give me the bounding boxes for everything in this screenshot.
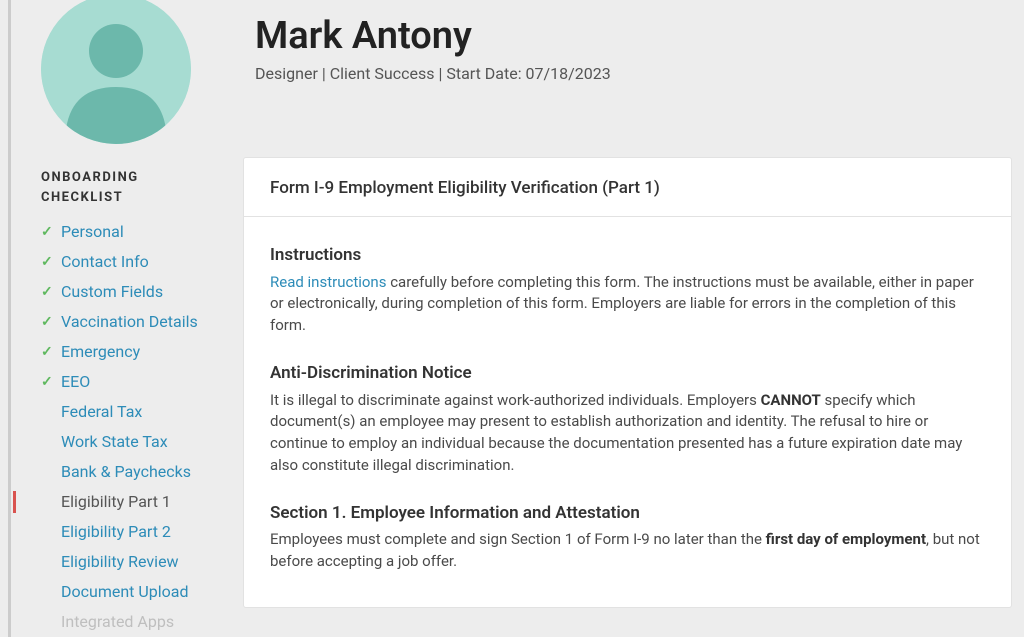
sidebar-item-label: Contact Info (61, 250, 149, 274)
sidebar-item-federal-tax[interactable]: Federal Tax (41, 397, 231, 427)
sidebar-title-line2: CHECKLIST (41, 190, 123, 205)
card-body: Instructions Read instructions carefully… (244, 217, 1011, 607)
section1-paragraph: Employees must complete and sign Section… (270, 529, 985, 573)
sidebar-item-label: Eligibility Part 2 (61, 520, 171, 544)
sidebar-item-label: Eligibility Part 1 (61, 490, 171, 514)
sidebar-item-eligibility-review[interactable]: Eligibility Review (41, 547, 231, 577)
check-icon: ✓ (41, 342, 61, 363)
sidebar: ONBOARDING CHECKLIST ✓ Personal ✓ Contac… (13, 0, 243, 637)
anti-discrimination-pre: It is illegal to discriminate against wo… (270, 391, 761, 409)
form-card: Form I-9 Employment Eligibility Verifica… (243, 157, 1012, 608)
sidebar-item-label: Eligibility Review (61, 550, 179, 574)
person-meta: Designer | Client Success | Start Date: … (255, 64, 1012, 83)
check-icon: ✓ (41, 372, 61, 393)
instructions-paragraph: Read instructions carefully before compl… (270, 272, 985, 337)
anti-discrimination-heading: Anti-Discrimination Notice (270, 361, 985, 386)
sidebar-item-integrated-apps[interactable]: Integrated Apps (41, 607, 231, 637)
section1-strong: first day of employment (766, 530, 926, 548)
onboarding-checklist: ✓ Personal ✓ Contact Info ✓ Custom Field… (41, 217, 231, 637)
sidebar-item-label: Personal (61, 220, 124, 244)
sidebar-item-label: Emergency (61, 340, 140, 364)
avatar (41, 0, 191, 144)
anti-discrimination-strong: CANNOT (761, 391, 821, 409)
sidebar-item-label: EEO (61, 370, 90, 394)
person-header: Mark Antony Designer | Client Success | … (243, 4, 1012, 83)
person-name: Mark Antony (255, 14, 1012, 58)
check-icon: ✓ (41, 282, 61, 303)
check-icon: ✓ (41, 222, 61, 243)
section1-heading: Section 1. Employee Information and Atte… (270, 501, 985, 526)
main-content: Mark Antony Designer | Client Success | … (243, 0, 1024, 637)
sidebar-item-work-state-tax[interactable]: Work State Tax (41, 427, 231, 457)
sidebar-item-label: Vaccination Details (61, 310, 198, 334)
sidebar-item-label: Federal Tax (61, 400, 142, 424)
avatar-placeholder-icon (41, 0, 191, 144)
anti-discrimination-paragraph: It is illegal to discriminate against wo… (270, 390, 985, 477)
sidebar-item-emergency[interactable]: ✓ Emergency (41, 337, 231, 367)
section1-pre: Employees must complete and sign Section… (270, 530, 766, 548)
sidebar-item-eligibility-part-1[interactable]: Eligibility Part 1 (41, 487, 231, 517)
sidebar-item-vaccination-details[interactable]: ✓ Vaccination Details (41, 307, 231, 337)
sidebar-item-label: Work State Tax (61, 430, 168, 454)
sidebar-item-eeo[interactable]: ✓ EEO (41, 367, 231, 397)
sidebar-item-label: Integrated Apps (61, 610, 174, 634)
sidebar-item-label: Bank & Paychecks (61, 460, 191, 484)
sidebar-item-custom-fields[interactable]: ✓ Custom Fields (41, 277, 231, 307)
read-instructions-link[interactable]: Read instructions (270, 273, 386, 291)
check-icon: ✓ (41, 312, 61, 333)
window-edge (8, 0, 11, 637)
sidebar-item-label: Custom Fields (61, 280, 163, 304)
sidebar-item-eligibility-part-2[interactable]: Eligibility Part 2 (41, 517, 231, 547)
sidebar-item-personal[interactable]: ✓ Personal (41, 217, 231, 247)
sidebar-item-document-upload[interactable]: Document Upload (41, 577, 231, 607)
sidebar-item-bank-paychecks[interactable]: Bank & Paychecks (41, 457, 231, 487)
check-icon: ✓ (41, 252, 61, 273)
sidebar-item-contact-info[interactable]: ✓ Contact Info (41, 247, 231, 277)
card-title: Form I-9 Employment Eligibility Verifica… (244, 158, 1011, 217)
instructions-heading: Instructions (270, 243, 985, 268)
sidebar-title-line1: ONBOARDING (41, 170, 139, 185)
sidebar-title: ONBOARDING CHECKLIST (41, 168, 231, 207)
sidebar-item-label: Document Upload (61, 580, 188, 604)
